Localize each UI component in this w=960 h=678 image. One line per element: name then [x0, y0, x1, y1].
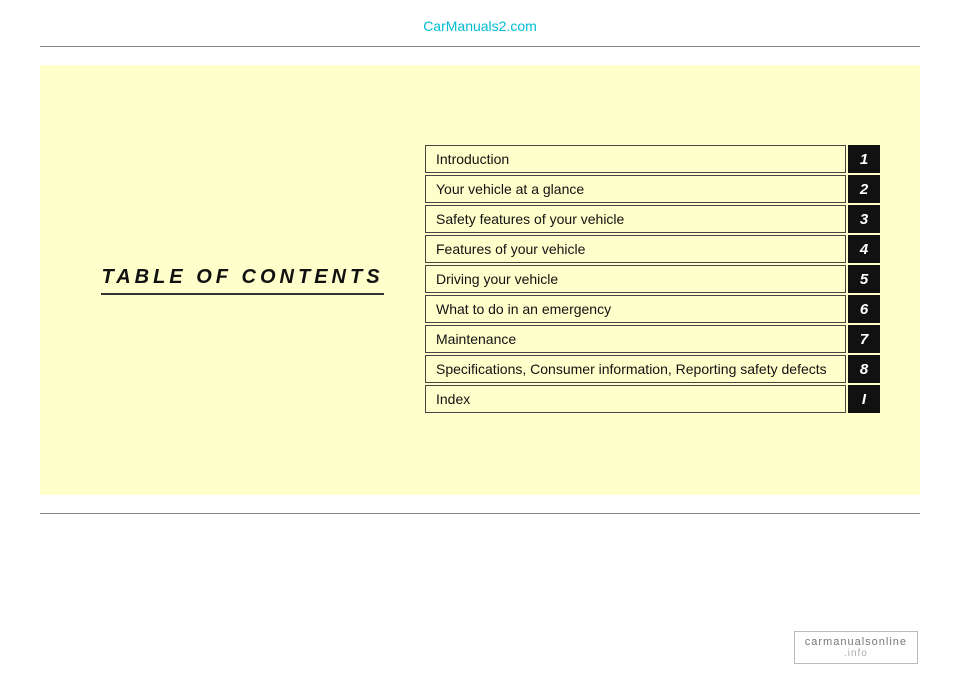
toc-item-label: Introduction	[425, 145, 846, 173]
toc-row[interactable]: Driving your vehicle5	[425, 265, 880, 293]
right-section: Introduction1Your vehicle at a glance2Sa…	[425, 145, 880, 415]
toc-item-number: 8	[848, 355, 880, 383]
watermark-line2: .info	[844, 648, 868, 659]
toc-row[interactable]: Maintenance7	[425, 325, 880, 353]
main-content: TABLE OF CONTENTS Introduction1Your vehi…	[40, 65, 920, 495]
bottom-divider	[40, 513, 920, 514]
toc-item-label: Your vehicle at a glance	[425, 175, 846, 203]
toc-item-label: Safety features of your vehicle	[425, 205, 846, 233]
toc-item-label: Index	[425, 385, 846, 413]
toc-row[interactable]: Specifications, Consumer information, Re…	[425, 355, 880, 383]
toc-item-label: Specifications, Consumer information, Re…	[425, 355, 846, 383]
toc-item-number: 1	[848, 145, 880, 173]
toc-item-number: 6	[848, 295, 880, 323]
toc-item-label: Driving your vehicle	[425, 265, 846, 293]
toc-row[interactable]: Your vehicle at a glance2	[425, 175, 880, 203]
watermark: carmanualsonline .info	[794, 631, 918, 664]
toc-row[interactable]: Introduction1	[425, 145, 880, 173]
top-divider	[40, 46, 920, 47]
toc-item-number: 5	[848, 265, 880, 293]
toc-item-label: What to do in an emergency	[425, 295, 846, 323]
toc-item-label: Maintenance	[425, 325, 846, 353]
toc-item-number: 4	[848, 235, 880, 263]
toc-item-number: 2	[848, 175, 880, 203]
toc-row[interactable]: Safety features of your vehicle3	[425, 205, 880, 233]
toc-title: TABLE OF CONTENTS	[101, 266, 383, 295]
site-header: CarManuals2.com	[0, 0, 960, 46]
toc-item-label: Features of your vehicle	[425, 235, 846, 263]
toc-row[interactable]: What to do in an emergency6	[425, 295, 880, 323]
site-url[interactable]: CarManuals2.com	[423, 18, 537, 34]
toc-item-number: 7	[848, 325, 880, 353]
watermark-line1: carmanualsonline	[805, 636, 907, 648]
toc-item-number: I	[848, 385, 880, 413]
toc-item-number: 3	[848, 205, 880, 233]
left-section: TABLE OF CONTENTS	[80, 266, 425, 295]
toc-row[interactable]: Features of your vehicle4	[425, 235, 880, 263]
toc-row[interactable]: IndexI	[425, 385, 880, 413]
